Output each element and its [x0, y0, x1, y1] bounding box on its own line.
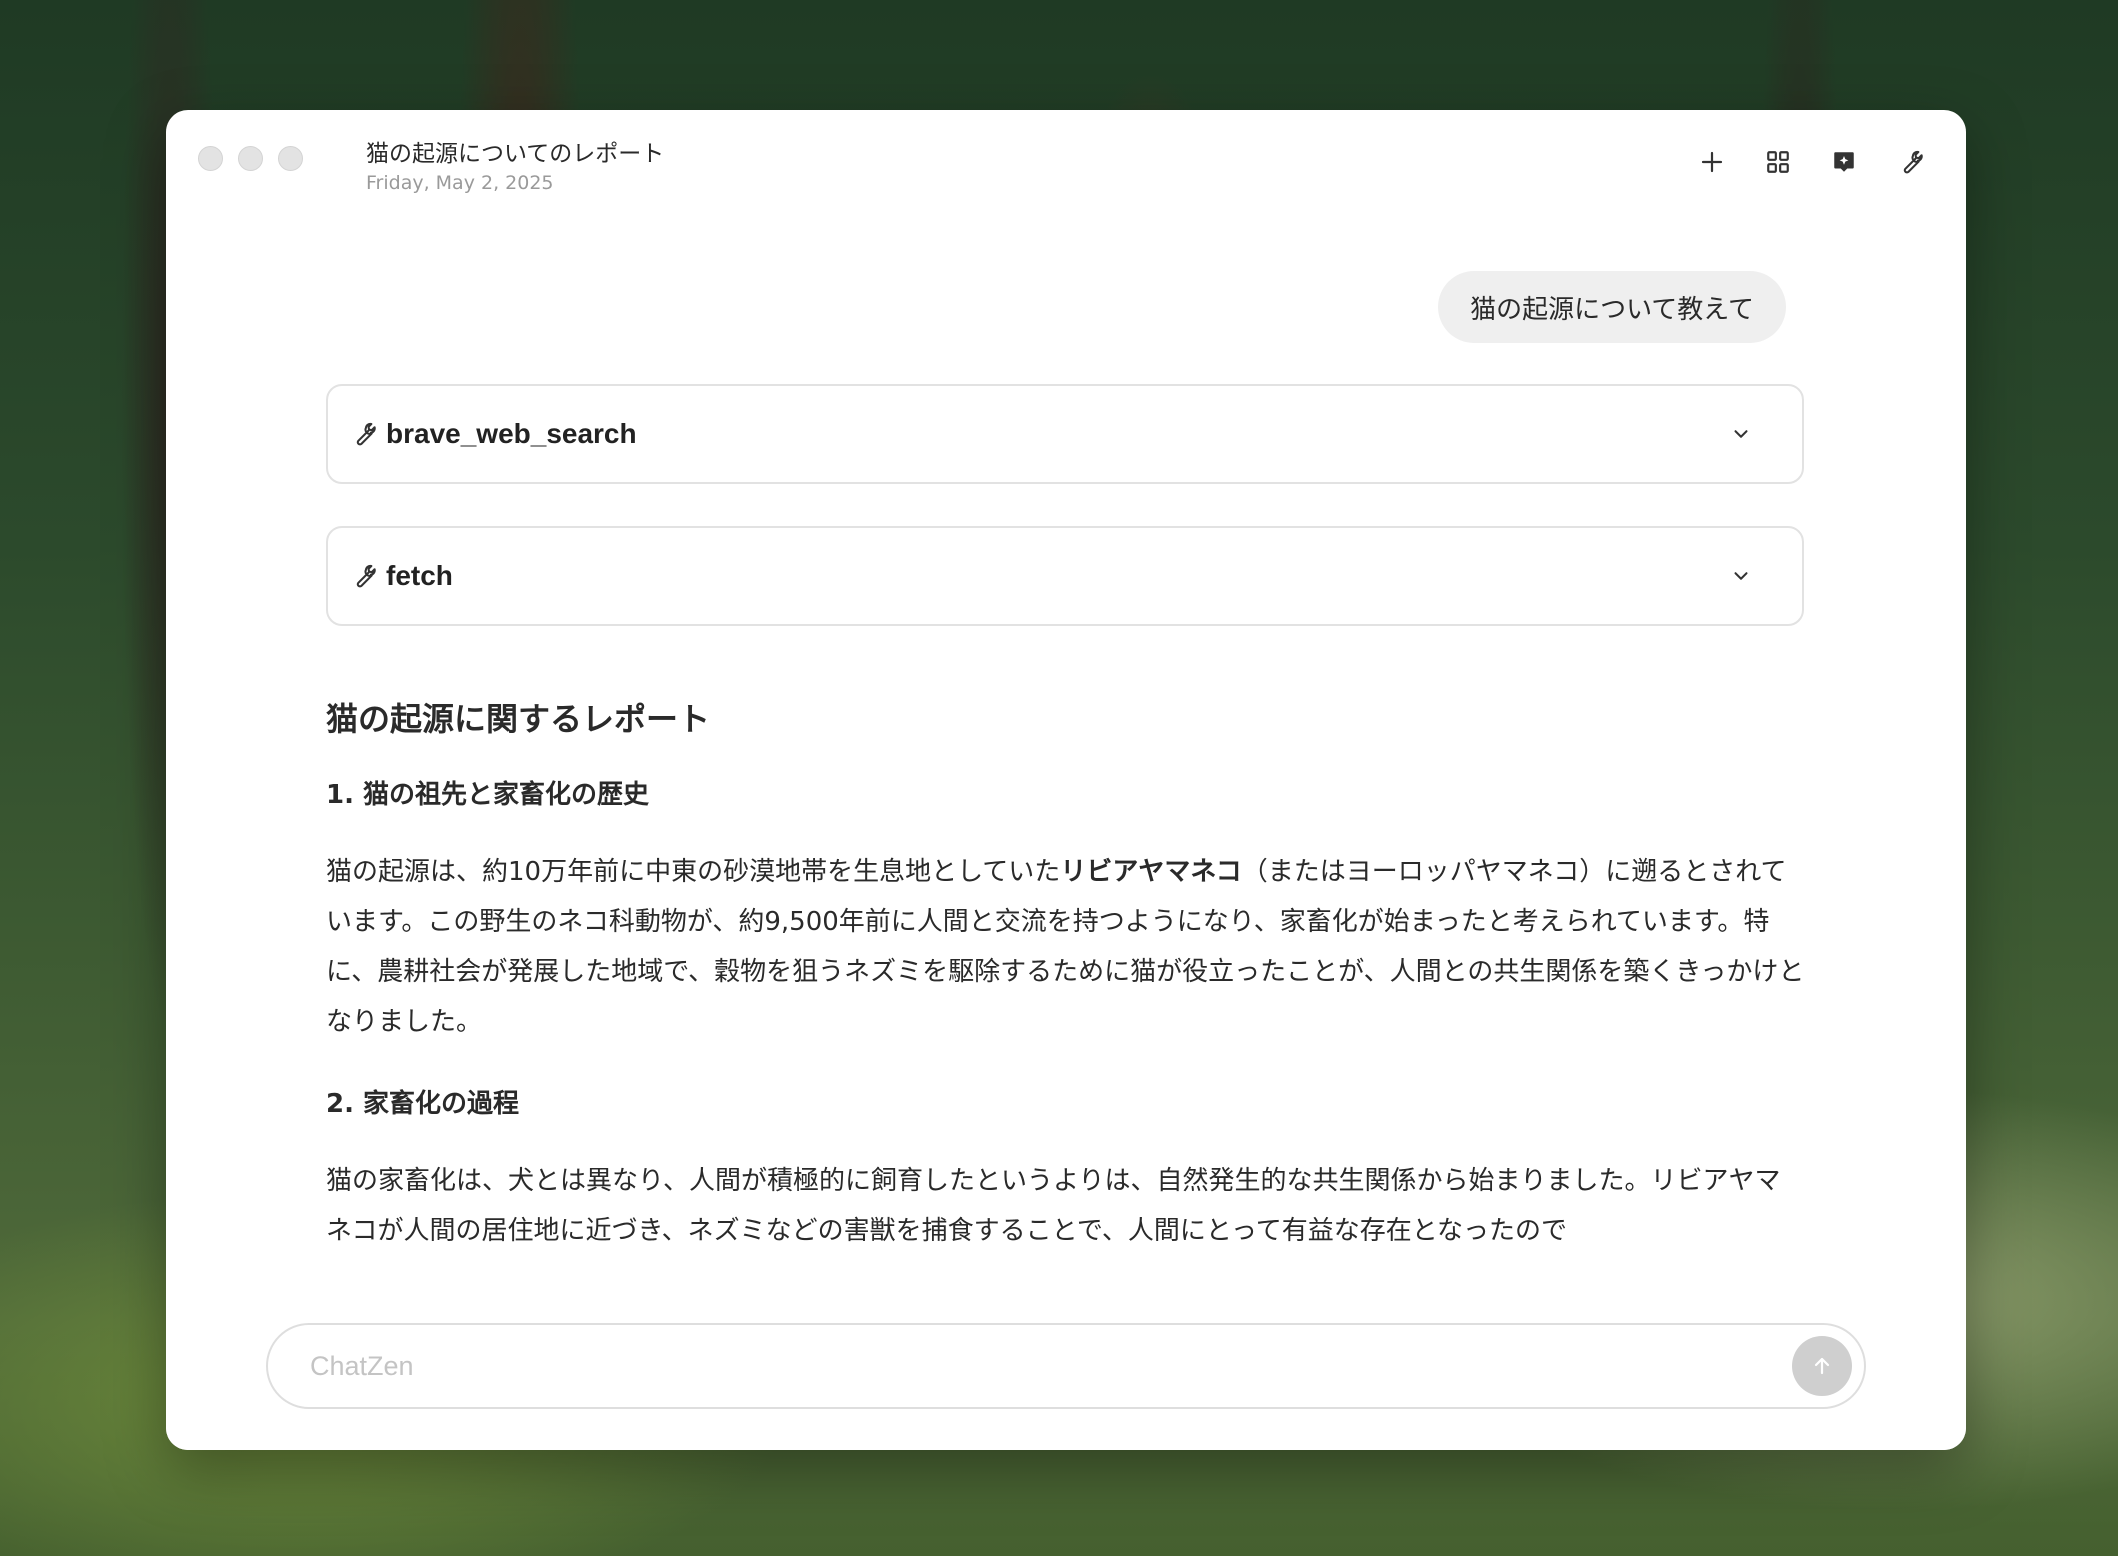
section-1-heading: 1. 猫の祖先と家畜化の歴史 [326, 780, 650, 810]
section-1-paragraph: 猫の起源は、約10万年前に中東の砂漠地帯を生息地としていたリビアヤマネコ（または… [326, 847, 1806, 1047]
wrench-icon [356, 564, 376, 588]
window-date: Friday, May 2, 2025 [366, 172, 554, 194]
assistant-report: 猫の起源に関するレポート 1. 猫の祖先と家畜化の歴史 猫の起源は、約10万年前… [326, 694, 1806, 1292]
chat-input[interactable] [308, 1349, 1792, 1383]
window-title: 猫の起源についてのレポート [366, 141, 665, 167]
tool-call-label: brave_web_search [386, 418, 637, 449]
section-2-paragraph: 猫の家畜化は、犬とは異なり、人間が積極的に飼育したというよりは、自然発生的な共生… [326, 1166, 1781, 1246]
window-controls [198, 146, 303, 171]
section-1-text-before: 猫の起源は、約10万年前に中東の砂漠地帯を生息地としていた [326, 857, 1061, 887]
report-title: 猫の起源に関するレポート [326, 700, 711, 738]
tool-call-brave-web-search[interactable]: brave_web_search [326, 384, 1804, 484]
user-message-text: 猫の起源について教えて [1470, 294, 1754, 325]
chevron-down-icon [1734, 430, 1748, 438]
chat-window: 猫の起源についてのレポート Friday, May 2, 2025 猫の起源につ… [166, 110, 1966, 1450]
user-message-bubble: 猫の起源について教えて [1438, 271, 1786, 343]
zoom-window-button[interactable] [278, 146, 303, 171]
chat-input-bar [266, 1323, 1866, 1409]
new-chat-button[interactable] [1694, 144, 1730, 180]
toolbar [1694, 144, 1928, 180]
tool-call-label: fetch [386, 560, 453, 591]
wrench-icon [356, 422, 376, 446]
grid-icon [1767, 151, 1789, 173]
minimize-window-button[interactable] [238, 146, 263, 171]
tools-button[interactable] [1892, 144, 1928, 180]
prompt-button[interactable] [1826, 144, 1862, 180]
chevron-down-icon [1734, 572, 1748, 580]
wrench-icon [1903, 150, 1923, 174]
grid-view-button[interactable] [1760, 144, 1796, 180]
send-button[interactable] [1792, 1336, 1852, 1396]
sparkle-note-icon [1834, 152, 1854, 172]
tool-call-fetch[interactable]: fetch [326, 526, 1804, 626]
close-window-button[interactable] [198, 146, 223, 171]
section-2-heading: 2. 家畜化の過程 [326, 1089, 520, 1119]
plus-icon [1701, 151, 1723, 173]
arrow-up-icon [1814, 1357, 1830, 1375]
title-block: 猫の起源についてのレポート Friday, May 2, 2025 [366, 134, 664, 194]
section-1-bold-term: リビアヤマネコ [1060, 857, 1242, 887]
